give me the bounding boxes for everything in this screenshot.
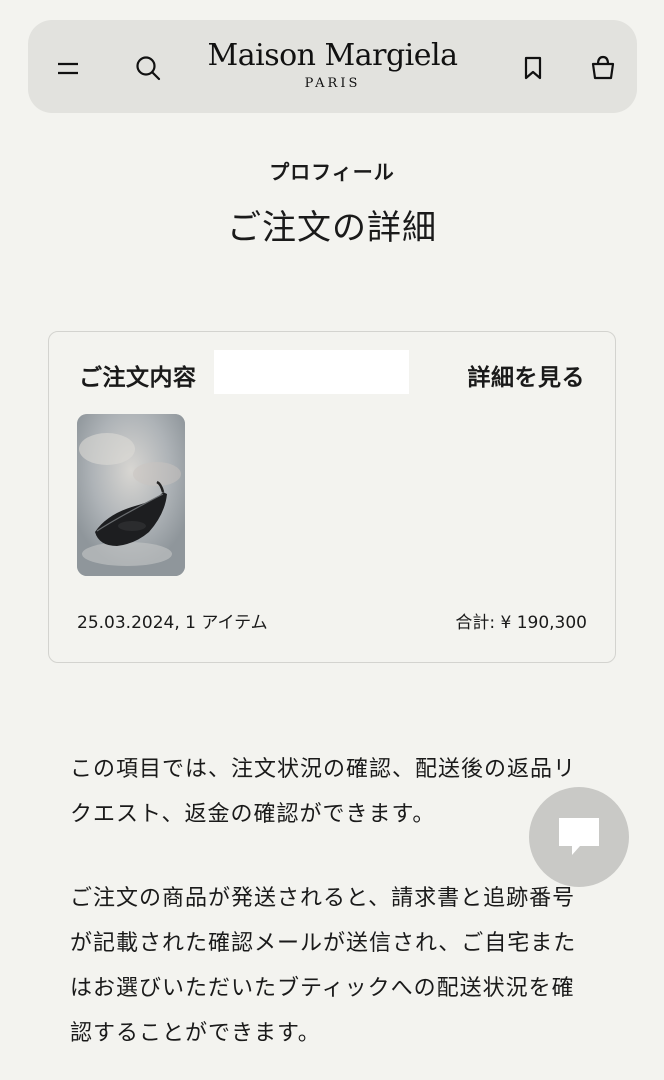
order-details-page: Maison Margiela PARIS プロフィール ご注文の詳細 ご注文内… (0, 0, 664, 1080)
order-card[interactable]: ご注文内容 詳細を見る 25.03.2024, 1 アイテム 合計: ¥ 190… (48, 331, 616, 663)
order-total: 合計: ¥ 190,300 (455, 613, 587, 633)
view-details-link[interactable]: 詳細を見る (468, 358, 586, 392)
page-title: ご注文の詳細 (227, 208, 437, 248)
product-thumbnail[interactable] (77, 414, 185, 576)
section-label: プロフィール (269, 160, 395, 184)
bookmark-icon[interactable] (513, 48, 553, 88)
description-paragraph: ご注文の商品が発送されると、請求書と追跡番号が記載された確認メールが送信され、ご… (70, 886, 577, 1046)
shopping-bag-icon[interactable] (583, 48, 623, 88)
redacted-order-number (214, 350, 409, 394)
order-date-items: 25.03.2024, 1 アイテム (77, 613, 268, 633)
top-header: Maison Margiela PARIS (28, 20, 637, 113)
chat-bubble-icon[interactable] (529, 787, 629, 887)
description-paragraph: この項目では、注文状況の確認、配送後の返品リクエスト、返金の確認ができます。 (70, 757, 577, 827)
order-title: ご注文内容 (79, 365, 197, 391)
